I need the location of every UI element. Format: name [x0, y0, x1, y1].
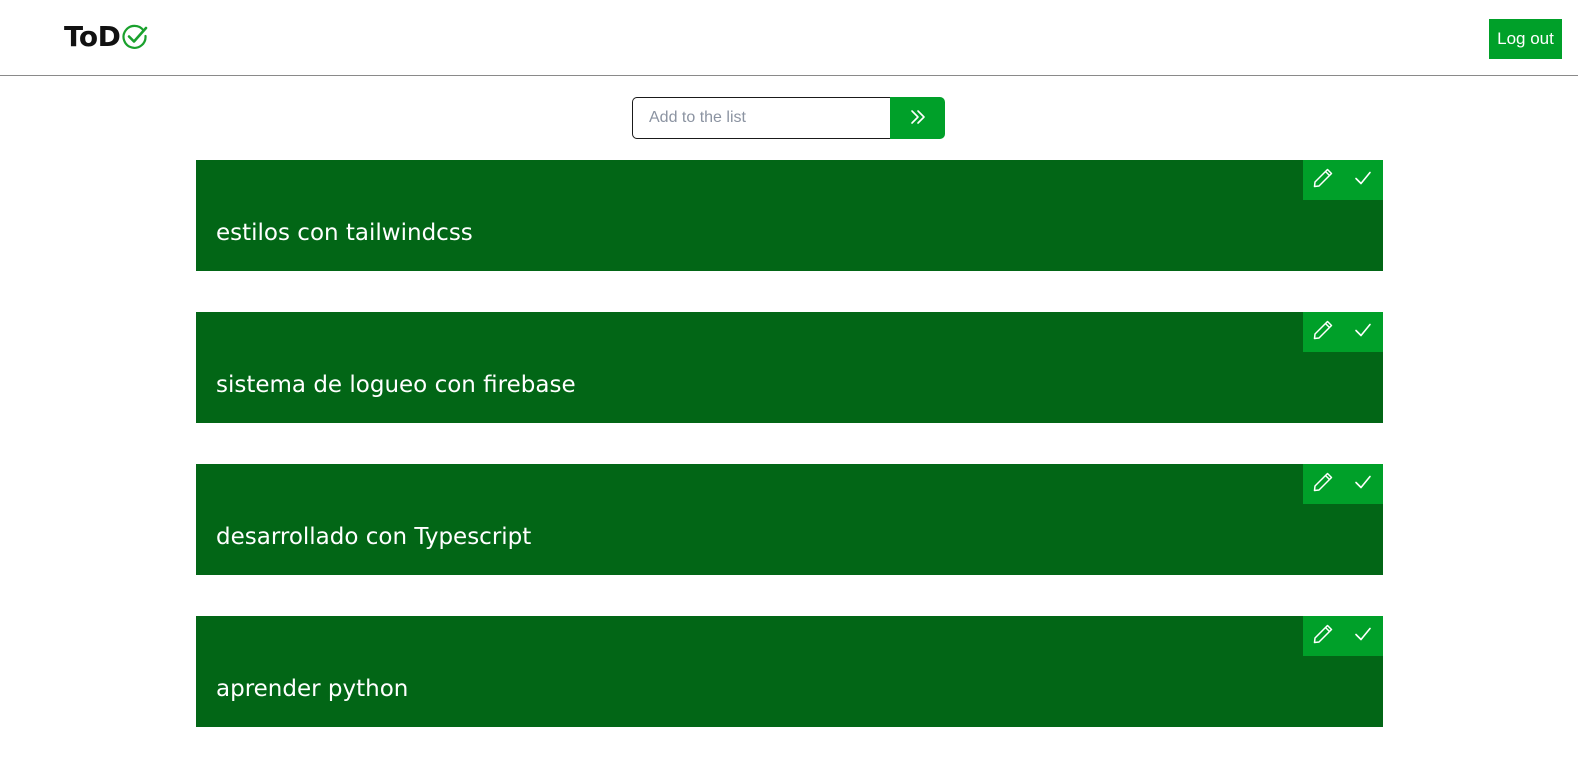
add-todo-input[interactable] [632, 97, 890, 139]
todo-item: desarrollado con Typescript [196, 464, 1383, 575]
edit-button[interactable] [1303, 616, 1343, 656]
todo-item: sistema de logueo con firebase [196, 312, 1383, 423]
app-header: ToD Log out [0, 0, 1578, 76]
complete-button[interactable] [1343, 160, 1383, 200]
pencil-icon [1312, 167, 1334, 194]
todo-actions [1303, 616, 1383, 656]
check-icon [1353, 624, 1373, 649]
todo-actions [1303, 160, 1383, 200]
pencil-icon [1312, 319, 1334, 346]
todo-text: estilos con tailwindcss [216, 220, 473, 246]
todo-item: estilos con tailwindcss [196, 160, 1383, 271]
add-todo-form [632, 97, 945, 139]
edit-button[interactable] [1303, 464, 1343, 504]
todo-text: aprender python [216, 676, 409, 702]
logout-button[interactable]: Log out [1489, 19, 1562, 59]
complete-button[interactable] [1343, 312, 1383, 352]
check-icon [1353, 168, 1373, 193]
app-logo: ToD [64, 20, 149, 53]
todo-text: sistema de logueo con firebase [216, 372, 576, 398]
edit-button[interactable] [1303, 312, 1343, 352]
check-icon [1353, 472, 1373, 497]
todo-actions [1303, 464, 1383, 504]
todo-text: desarrollado con Typescript [216, 524, 532, 550]
pencil-icon [1312, 471, 1334, 498]
double-chevron-right-icon [909, 108, 927, 129]
todo-item: aprender python [196, 616, 1383, 727]
check-circle-icon [121, 23, 149, 51]
pencil-icon [1312, 623, 1334, 650]
todo-actions [1303, 312, 1383, 352]
todo-list: estilos con tailwindcss sistema de logue… [196, 160, 1383, 768]
logo-text: ToD [64, 20, 121, 53]
complete-button[interactable] [1343, 464, 1383, 504]
add-todo-button[interactable] [890, 97, 945, 139]
edit-button[interactable] [1303, 160, 1343, 200]
complete-button[interactable] [1343, 616, 1383, 656]
check-icon [1353, 320, 1373, 345]
